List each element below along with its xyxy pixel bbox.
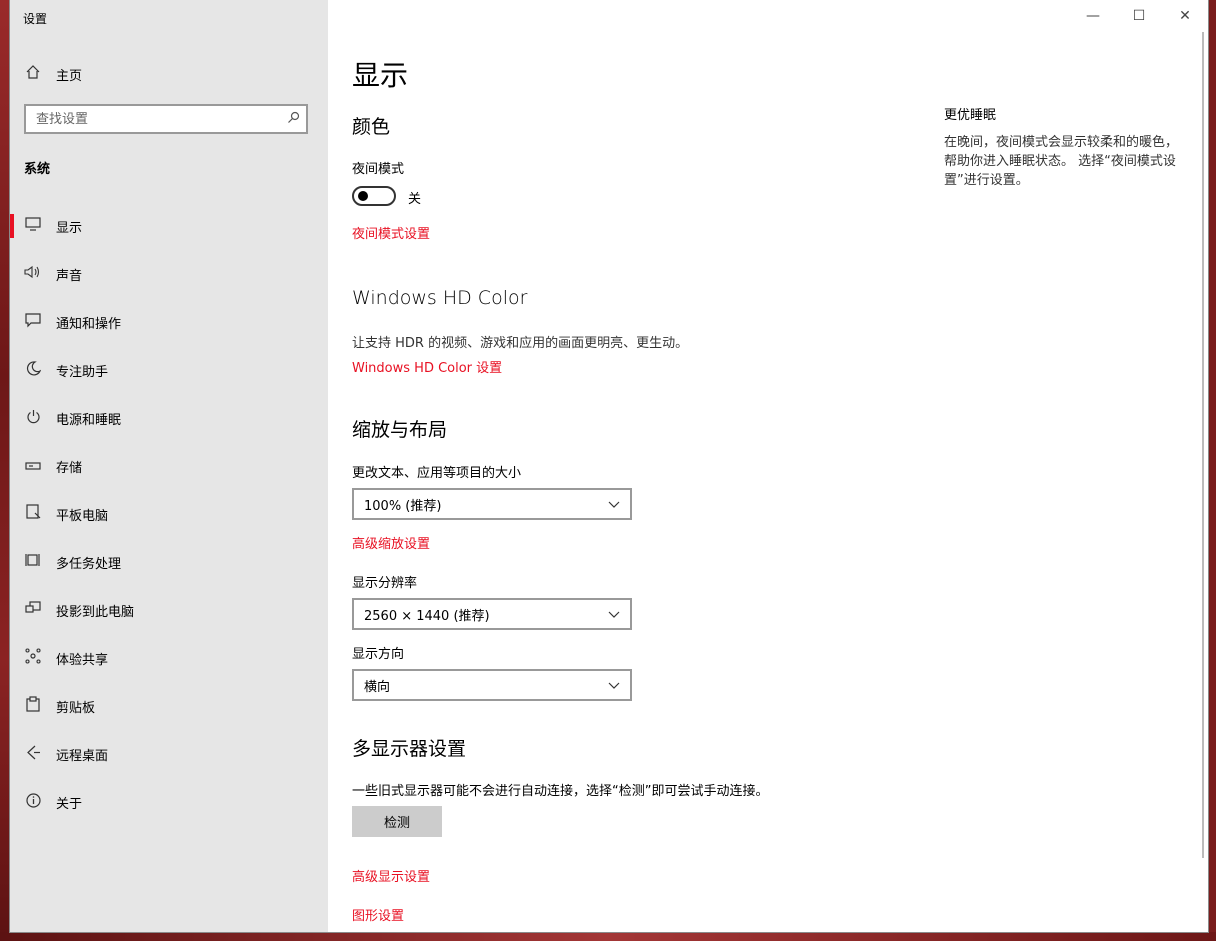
night-mode-toggle[interactable] — [352, 186, 396, 206]
tablet-icon — [10, 504, 56, 524]
night-mode-settings-link[interactable]: 夜间模式设置 — [352, 223, 430, 242]
sidebar-item-label: 关于 — [56, 796, 83, 812]
toggle-knob — [358, 191, 368, 201]
info-icon — [10, 792, 56, 812]
resolution-label: 显示分辨率 — [352, 576, 418, 591]
search-input[interactable] — [26, 111, 280, 127]
scale-dropdown-value: 100% (推荐) — [364, 498, 442, 514]
scrollbar[interactable] — [1202, 32, 1204, 858]
sidebar-item-label: 显示 — [56, 220, 83, 236]
window-caption-buttons: — ☐ ✕ — [1070, 0, 1208, 32]
home-icon — [10, 64, 56, 84]
settings-window: 设置 主页 系统 显示 声 — [10, 0, 1208, 932]
monitor-icon — [10, 217, 56, 235]
scale-size-label: 更改文本、应用等项目的大小 — [352, 466, 522, 481]
sidebar-item-label: 电源和睡眠 — [56, 412, 122, 428]
sidebar-item-label: 远程桌面 — [56, 748, 109, 764]
advanced-display-settings-link[interactable]: 高级显示设置 — [352, 866, 430, 885]
color-heading: 颜色 — [352, 116, 391, 138]
sidebar-item-sound[interactable]: 声音 — [10, 250, 328, 298]
sidebar-item-label: 专注助手 — [56, 364, 109, 380]
notification-icon — [10, 312, 56, 332]
scale-dropdown[interactable]: 100% (推荐) — [352, 488, 632, 520]
desktop-background-strip — [0, 0, 10, 941]
sidebar-item-shared-experiences[interactable]: 体验共享 — [10, 634, 328, 682]
desktop-background-bottom — [0, 932, 1216, 941]
search-icon[interactable] — [280, 111, 306, 128]
sidebar-item-multitasking[interactable]: 多任务处理 — [10, 538, 328, 586]
sidebar-item-label: 平板电脑 — [56, 508, 109, 524]
sidebar-item-notifications[interactable]: 通知和操作 — [10, 298, 328, 346]
hdr-settings-link[interactable]: Windows HD Color 设置 — [352, 357, 502, 376]
sidebar-item-remote-desktop[interactable]: 远程桌面 — [10, 730, 328, 778]
sidebar-item-storage[interactable]: 存储 — [10, 442, 328, 490]
sidebar-item-label: 投影到此电脑 — [56, 604, 135, 620]
hdr-heading: Windows HD Color — [352, 287, 528, 309]
power-icon — [10, 409, 56, 428]
aside-title: 更优睡眠 — [944, 108, 997, 123]
night-mode-state: 关 — [408, 192, 422, 207]
resolution-dropdown-value: 2560 × 1440 (推荐) — [364, 608, 490, 624]
sidebar-item-label: 多任务处理 — [56, 556, 122, 572]
sidebar-item-focus-assist[interactable]: 专注助手 — [10, 346, 328, 394]
hdr-description: 让支持 HDR 的视频、游戏和应用的画面更明亮、更生动。 — [352, 336, 689, 351]
sidebar-item-about[interactable]: 关于 — [10, 778, 328, 826]
sidebar-item-label: 通知和操作 — [56, 316, 122, 332]
orientation-dropdown[interactable]: 横向 — [352, 669, 632, 701]
chevron-down-icon — [608, 607, 620, 621]
page-title: 显示 — [352, 59, 409, 92]
sidebar: 设置 主页 系统 显示 声 — [10, 0, 328, 932]
minimize-button[interactable]: — — [1070, 0, 1116, 32]
orientation-dropdown-value: 横向 — [364, 679, 391, 695]
detect-button[interactable]: 检测 — [352, 806, 442, 837]
share-icon — [10, 648, 56, 668]
aside-text: 在晚间，夜间模式会显示较柔和的暖色，帮助你进入睡眠状态。 选择“夜间模式设置”进… — [944, 135, 1179, 188]
storage-icon — [10, 457, 56, 475]
project-icon — [10, 601, 56, 619]
sidebar-item-label: 体验共享 — [56, 652, 109, 668]
scale-layout-heading: 缩放与布局 — [352, 419, 448, 441]
sidebar-item-label: 主页 — [56, 68, 83, 84]
better-sleep-aside: 更优睡眠 在晚间，夜间模式会显示较柔和的暖色，帮助你进入睡眠状态。 选择“夜间模… — [944, 104, 1184, 190]
night-mode-label: 夜间模式 — [352, 162, 405, 177]
sidebar-item-project-to-pc[interactable]: 投影到此电脑 — [10, 586, 328, 634]
chevron-down-icon — [608, 678, 620, 692]
close-button[interactable]: ✕ — [1162, 0, 1208, 32]
speaker-icon — [10, 265, 56, 283]
sidebar-item-label: 存储 — [56, 460, 83, 476]
remote-icon — [10, 745, 56, 764]
chevron-down-icon — [608, 497, 620, 511]
multi-display-description: 一些旧式显示器可能不会进行自动连接，选择“检测”即可尝试手动连接。 — [352, 784, 769, 799]
section-heading-system: 系统 — [24, 162, 51, 177]
sidebar-item-label: 剪贴板 — [56, 700, 96, 716]
sidebar-item-power-sleep[interactable]: 电源和睡眠 — [10, 394, 328, 442]
main-content: — ☐ ✕ 显示 颜色 夜间模式 关 夜间模式设置 Windows HD Col… — [328, 0, 1208, 932]
moon-icon — [10, 360, 56, 380]
sidebar-item-display[interactable]: 显示 — [10, 202, 328, 250]
sidebar-nav-list: 显示 声音 通知和操作 专注助手 电源和睡眠 存储 平板电脑 多任务处理 投影到… — [10, 202, 328, 826]
sidebar-item-clipboard[interactable]: 剪贴板 — [10, 682, 328, 730]
sidebar-item-home[interactable]: 主页 — [10, 56, 328, 92]
orientation-label: 显示方向 — [352, 647, 405, 662]
app-title: 设置 — [23, 12, 48, 26]
sidebar-item-tablet[interactable]: 平板电脑 — [10, 490, 328, 538]
sidebar-item-label: 声音 — [56, 268, 83, 284]
search-box — [24, 104, 308, 134]
advanced-scaling-link[interactable]: 高级缩放设置 — [352, 533, 430, 552]
resolution-dropdown[interactable]: 2560 × 1440 (推荐) — [352, 598, 632, 630]
graphics-settings-link[interactable]: 图形设置 — [352, 905, 404, 924]
clipboard-icon — [10, 696, 56, 716]
multi-display-heading: 多显示器设置 — [352, 738, 467, 760]
multitask-icon — [10, 552, 56, 572]
maximize-button[interactable]: ☐ — [1116, 0, 1162, 32]
